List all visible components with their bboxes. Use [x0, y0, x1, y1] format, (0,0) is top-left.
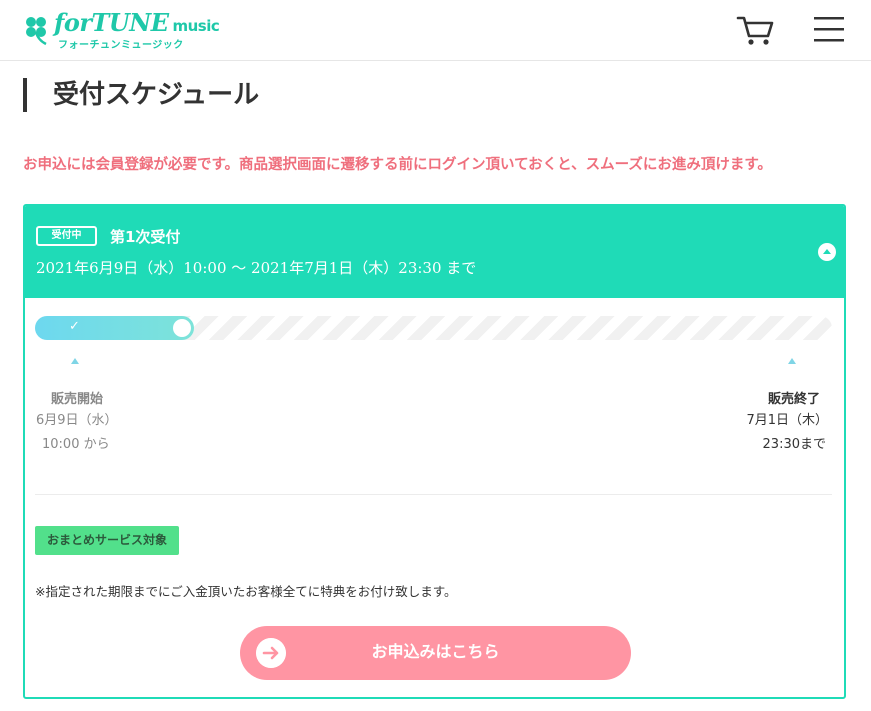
sale-end-time: 23:30まで [762, 437, 826, 452]
benefit-note: ※指定された期限までにご入金頂いたお客様全てに特典をお付け致します。 [35, 584, 457, 599]
start-marker-icon [71, 358, 79, 364]
page-title: 受付スケジュール [53, 80, 260, 110]
logo-wordmark: forTUNE music [54, 8, 220, 37]
clover-logo-icon [26, 17, 47, 46]
login-notice: お申込には会員登録が必要です。商品選択画面に遷移する前にログイン頂いておくと、ス… [23, 157, 772, 173]
schedule-period: 2021年6月9日（水）10:00 ～ 2021年7月1日（木）23:30 まで [36, 259, 477, 277]
progress-fill [35, 316, 194, 340]
fortune-music-logo[interactable]: forTUNE music フォーチュンミュージック [22, 8, 220, 52]
apply-button[interactable]: お申込みはこちら [240, 626, 631, 680]
bundle-service-tag: おまとめサービス対象 [35, 526, 180, 555]
apply-button-label: お申込みはこちら [371, 644, 500, 661]
sale-start-date: 6月9日（水） [36, 413, 118, 428]
sale-start-time: 10:00 から [42, 437, 110, 452]
schedule-card-header[interactable]: 受付中 第1次受付 2021年6月9日（水）10:00 ～ 2021年7月1日（… [25, 206, 844, 298]
title-accent-bar [23, 78, 27, 112]
sale-end-label: 販売終了 [767, 392, 820, 407]
schedule-card: 受付中 第1次受付 2021年6月9日（水）10:00 ～ 2021年7月1日（… [23, 204, 846, 699]
hamburger-menu-icon[interactable] [812, 14, 846, 44]
logo-kana: フォーチュンミュージック [58, 40, 184, 51]
progress-knob [173, 319, 191, 337]
collapse-toggle-icon[interactable] [818, 243, 836, 261]
round-title: 第1次受付 [110, 228, 181, 246]
card-divider [35, 494, 832, 495]
cart-icon[interactable] [736, 14, 776, 46]
check-icon: ✓ [69, 319, 80, 334]
sale-start-label: 販売開始 [51, 392, 104, 407]
status-badge: 受付中 [36, 226, 97, 246]
site-header: forTUNE music フォーチュンミュージック [0, 0, 871, 61]
end-marker-icon [788, 358, 796, 364]
sale-end-date: 7月1日（木） [746, 413, 828, 428]
